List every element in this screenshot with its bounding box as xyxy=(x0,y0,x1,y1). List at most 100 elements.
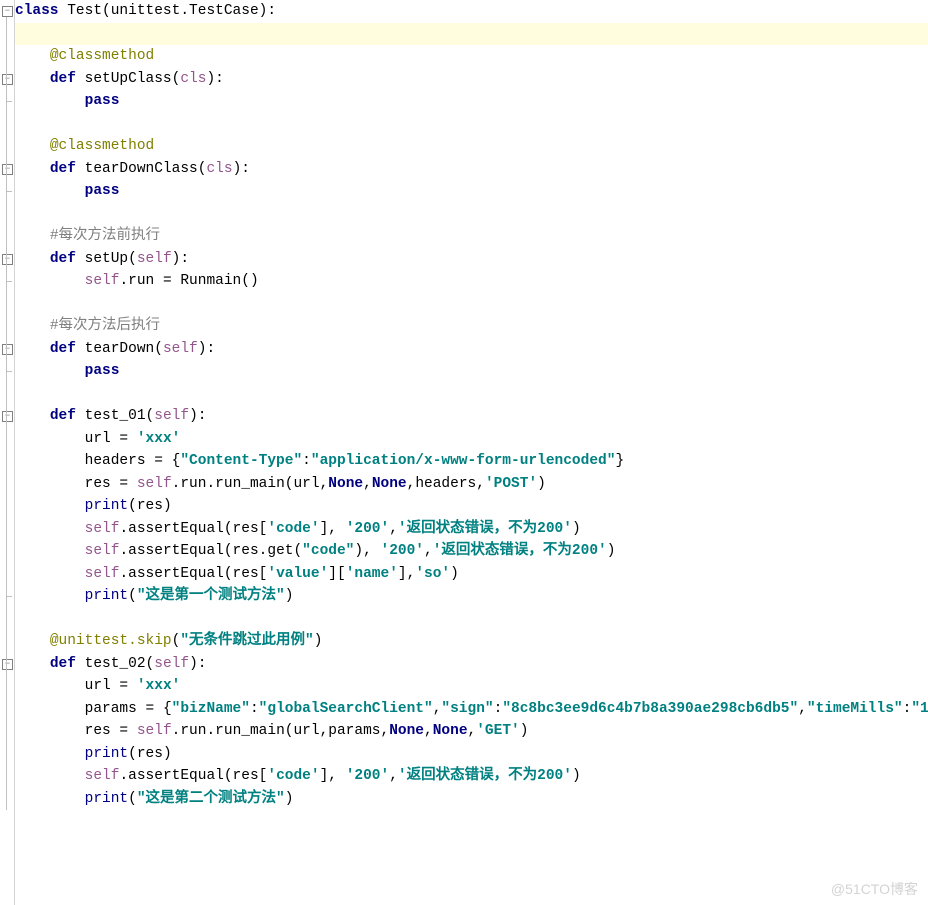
token-deft: .assertEqual(res[ xyxy=(119,768,267,784)
code-line: self.run = Runmain() xyxy=(15,270,928,293)
token-str: '200' xyxy=(381,543,425,559)
token-builtin: print xyxy=(85,498,129,514)
token-str: '200' xyxy=(346,521,390,537)
token-str: "bizName" xyxy=(172,701,250,717)
token-self: self xyxy=(85,566,120,582)
token-deft: ][ xyxy=(328,566,345,582)
code-line xyxy=(15,383,928,406)
code-line: def tearDownClass(cls): xyxy=(15,158,928,181)
code-line: headers = {"Content-Type":"application/x… xyxy=(15,450,928,473)
code-line: print(res) xyxy=(15,743,928,766)
token-deft: ( xyxy=(128,791,137,807)
token-deft: url = xyxy=(85,431,137,447)
code-line xyxy=(15,203,928,226)
token-deft: ): xyxy=(172,251,189,267)
token-deft: .assertEqual(res.get( xyxy=(119,543,302,559)
code-line: print("这是第二个测试方法") xyxy=(15,788,928,811)
fold-toggle-icon[interactable]: − xyxy=(2,6,13,17)
token-str: "globalSearchClient" xyxy=(259,701,433,717)
token-none: None xyxy=(433,723,468,739)
token-deft: ) xyxy=(285,791,294,807)
fold-toggle-icon[interactable]: − xyxy=(2,411,13,422)
token-str: '返回状态错误，不为200' xyxy=(433,543,607,559)
token-deft: , xyxy=(424,723,433,739)
token-deft: ) xyxy=(450,566,459,582)
token-deft: tearDown( xyxy=(76,341,163,357)
code-line: self.assertEqual(res['code'], '200','返回状… xyxy=(15,765,928,788)
token-deft: ), xyxy=(354,543,380,559)
fold-toggle-icon[interactable]: − xyxy=(2,659,13,670)
token-deft: ) xyxy=(572,768,581,784)
token-str: "application/x-www-form-urlencoded" xyxy=(311,453,616,469)
token-deft: ): xyxy=(233,161,250,177)
token-deft: url = xyxy=(85,678,137,694)
code-line: @unittest.skip("无条件跳过此用例") xyxy=(15,630,928,653)
token-deft: ], xyxy=(398,566,415,582)
token-str: "这是第一个测试方法" xyxy=(137,588,285,604)
token-deft: .run.run_main(url, xyxy=(172,476,329,492)
token-str: 'POST' xyxy=(485,476,537,492)
token-deft: ): xyxy=(206,71,223,87)
token-str: '200' xyxy=(346,768,390,784)
token-deft: .run.run_main(url,params, xyxy=(172,723,390,739)
token-deft: ) xyxy=(314,633,323,649)
token-param: cls xyxy=(206,161,232,177)
token-deft: ) xyxy=(285,588,294,604)
fold-toggle-icon[interactable]: − xyxy=(2,74,13,85)
code-line: @classmethod xyxy=(15,45,928,68)
token-self: self xyxy=(137,723,172,739)
token-param: self xyxy=(137,251,172,267)
token-none: None xyxy=(389,723,424,739)
token-dec: @classmethod xyxy=(50,48,154,64)
token-deft: ): xyxy=(189,408,206,424)
token-kw: def xyxy=(50,341,76,357)
token-deft: ): xyxy=(189,656,206,672)
token-self: self xyxy=(85,768,120,784)
token-self: self xyxy=(137,476,172,492)
token-deft: .assertEqual(res[ xyxy=(119,521,267,537)
token-str: "无条件跳过此用例" xyxy=(180,633,313,649)
token-deft: tearDownClass( xyxy=(76,161,207,177)
code-line: print(res) xyxy=(15,495,928,518)
code-line: url = 'xxx' xyxy=(15,675,928,698)
token-deft: ) xyxy=(537,476,546,492)
code-line: url = 'xxx' xyxy=(15,428,928,451)
code-line: def setUpClass(cls): xyxy=(15,68,928,91)
token-kw: def xyxy=(50,408,76,424)
code-line: self.assertEqual(res['code'], '200','返回状… xyxy=(15,518,928,541)
token-deft: } xyxy=(615,453,624,469)
token-str: 'xxx' xyxy=(137,431,181,447)
code-line: def tearDown(self): xyxy=(15,338,928,361)
fold-toggle-icon[interactable]: − xyxy=(2,344,13,355)
fold-toggle-icon[interactable]: − xyxy=(2,254,13,265)
watermark: @51CTO博客 xyxy=(831,879,918,899)
gutter: − − − − − − − xyxy=(0,0,15,905)
token-str: 'GET' xyxy=(476,723,520,739)
token-deft: Test(unittest.TestCase): xyxy=(59,3,277,19)
token-str: "timeMills" xyxy=(807,701,903,717)
code-area[interactable]: class Test(unittest.TestCase): @classmet… xyxy=(15,0,928,810)
code-line: def test_01(self): xyxy=(15,405,928,428)
token-param: self xyxy=(154,408,189,424)
token-self: self xyxy=(85,521,120,537)
token-builtin: print xyxy=(85,791,129,807)
code-line xyxy=(15,608,928,631)
token-param: self xyxy=(163,341,198,357)
token-kw: def xyxy=(50,161,76,177)
token-deft: test_02( xyxy=(76,656,154,672)
token-deft: ], xyxy=(320,521,346,537)
token-deft: ], xyxy=(320,768,346,784)
code-line: params = {"bizName":"globalSearchClient"… xyxy=(15,698,928,721)
code-line xyxy=(15,113,928,136)
token-str: 'name' xyxy=(346,566,398,582)
token-deft: headers = { xyxy=(85,453,181,469)
fold-toggle-icon[interactable]: − xyxy=(2,164,13,175)
token-deft: (res) xyxy=(128,498,172,514)
code-line: res = self.run.run_main(url,params,None,… xyxy=(15,720,928,743)
code-line: pass xyxy=(15,180,928,203)
token-self: self xyxy=(85,273,120,289)
code-line: print("这是第一个测试方法") xyxy=(15,585,928,608)
token-deft: ) xyxy=(520,723,529,739)
token-deft: .run = Runmain() xyxy=(119,273,258,289)
token-deft: : xyxy=(302,453,311,469)
